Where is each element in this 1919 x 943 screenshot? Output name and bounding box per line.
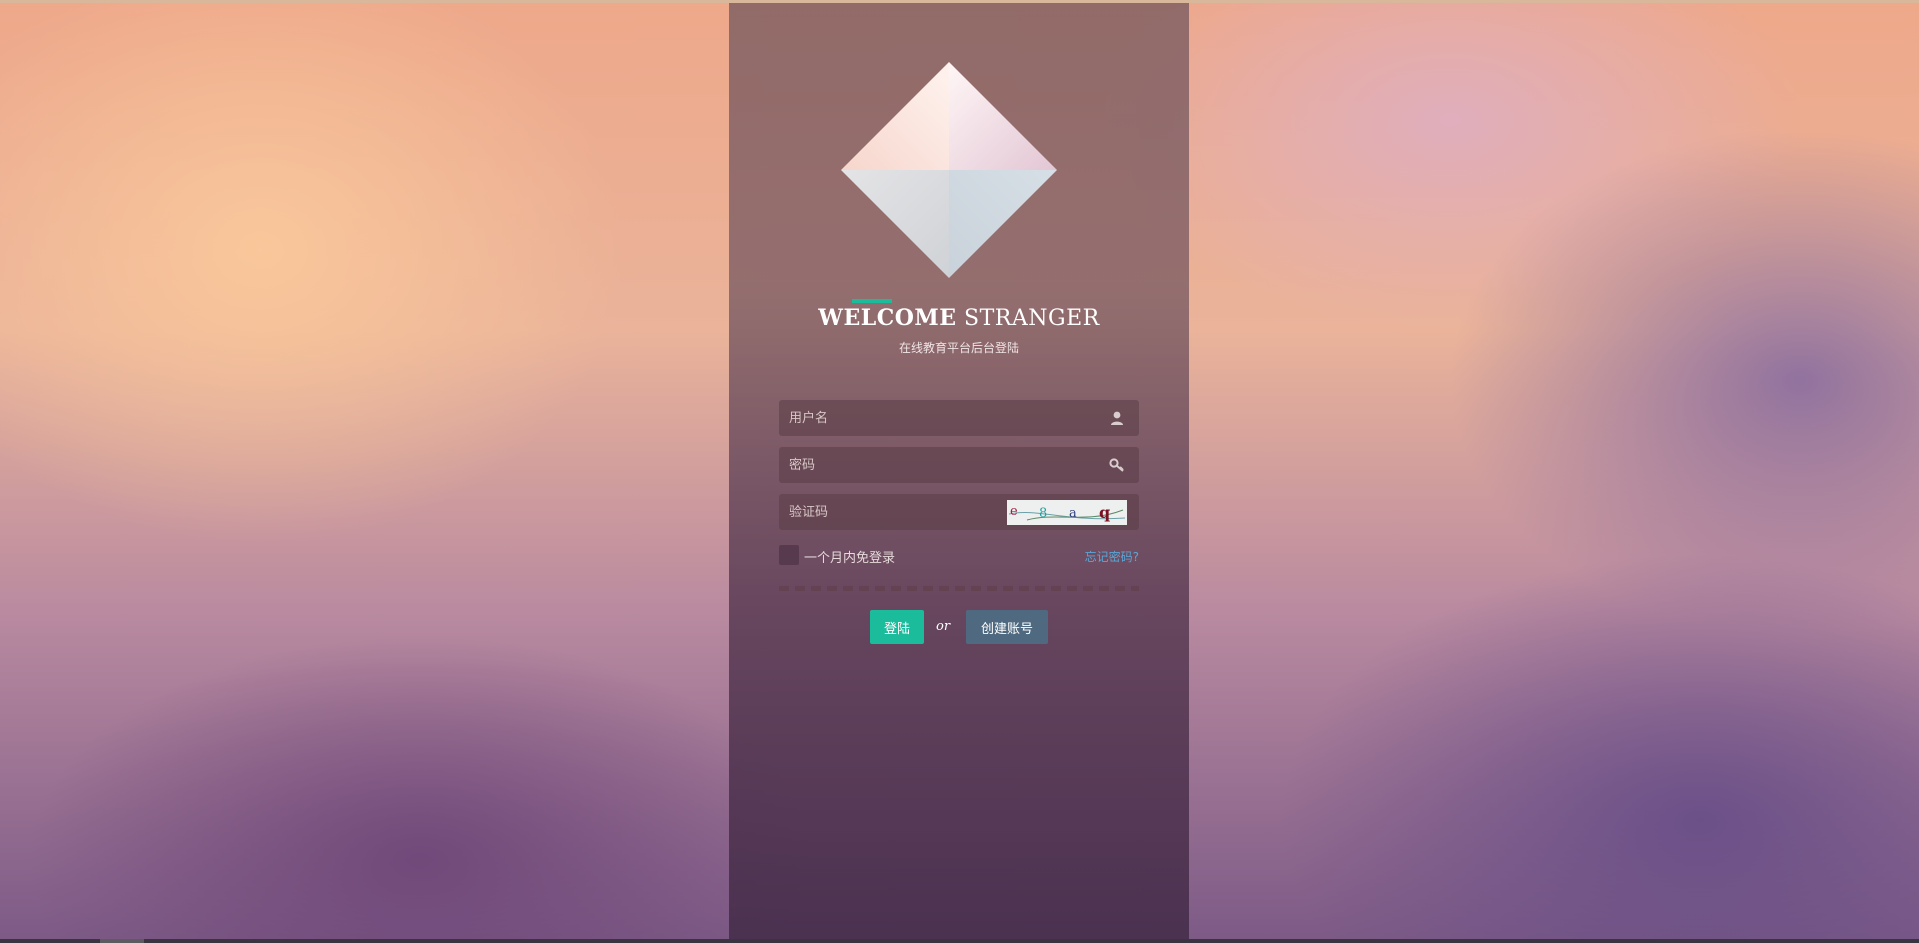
key-icon <box>1109 458 1124 472</box>
remember-me[interactable]: 一个月内免登录 <box>779 544 979 566</box>
page-subtitle: 在线教育平台后台登陆 <box>898 341 1019 355</box>
remember-checkbox[interactable] <box>779 545 799 565</box>
captcha-image[interactable]: e 8 a q <box>1007 500 1127 525</box>
welcome-accent-bar <box>852 299 892 303</box>
welcome-bold-word: WELCOME <box>818 305 957 331</box>
svg-text:8: 8 <box>1039 506 1047 521</box>
or-separator: or <box>936 619 951 634</box>
remember-label: 一个月内免登录 <box>804 551 896 566</box>
login-page: WELCOME STRANGER 在线教育平台后台登陆 e <box>0 0 1919 943</box>
create-account-button[interactable]: 创建账号 <box>966 610 1048 644</box>
scrollbar-thumb[interactable] <box>100 939 144 943</box>
bottom-scrollbar[interactable] <box>0 939 1919 943</box>
forgot-password-link[interactable]: 忘记密码? <box>1085 548 1139 565</box>
diamond-logo <box>841 62 1057 278</box>
username-field <box>779 400 1139 436</box>
username-input[interactable] <box>779 400 1079 436</box>
welcome-title: WELCOME STRANGER <box>729 305 1189 331</box>
captcha-field: e 8 a q <box>779 494 1139 530</box>
welcome-thin-word: STRANGER <box>964 306 1100 331</box>
svg-text:q: q <box>1099 503 1110 522</box>
password-field <box>779 447 1139 483</box>
dashed-divider <box>779 586 1139 591</box>
password-input[interactable] <box>779 447 1079 483</box>
svg-text:a: a <box>1069 506 1077 521</box>
svg-text:e: e <box>1010 504 1018 519</box>
login-panel: WELCOME STRANGER 在线教育平台后台登陆 e <box>729 3 1189 940</box>
user-icon <box>1111 411 1123 425</box>
login-button[interactable]: 登陆 <box>870 610 924 644</box>
